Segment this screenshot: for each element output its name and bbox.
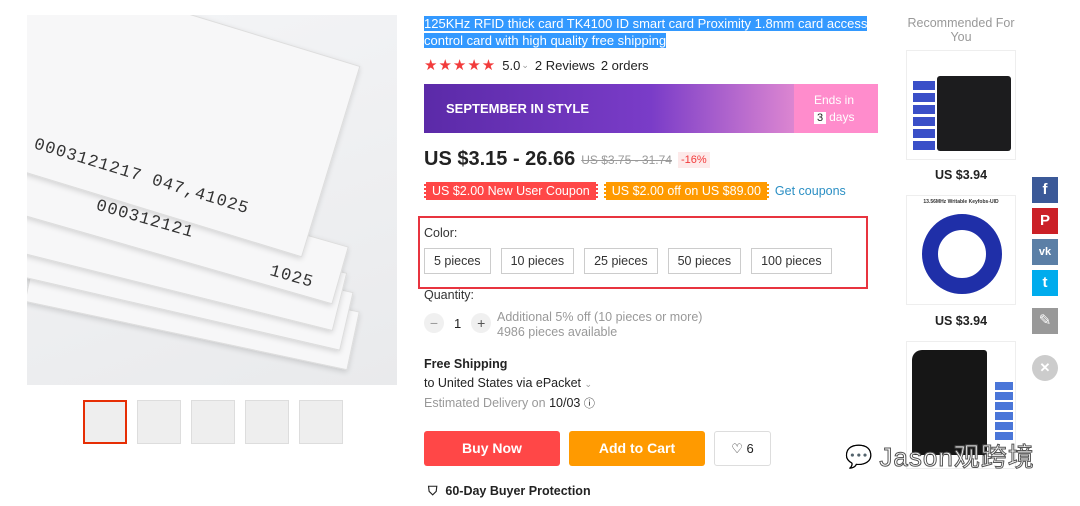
recommended-product[interactable]: 13.56MHz Writable Keyfobs-UID — [906, 195, 1016, 305]
thumbnail[interactable] — [83, 400, 127, 444]
stock-available: 4986 pieces available — [497, 325, 618, 339]
chevron-down-icon: ⌄ — [521, 59, 529, 70]
days-label: days — [829, 110, 855, 124]
discount-badge: -16% — [677, 151, 710, 168]
banner-title: SEPTEMBER IN STYLE — [446, 101, 590, 116]
ship-to-selector[interactable]: to United States via ePacket ⌄ — [424, 374, 595, 394]
rating-value[interactable]: 5.0 — [502, 58, 520, 73]
recommended-price: US $3.94 — [934, 314, 988, 328]
new-user-coupon[interactable]: US $2.00 New User Coupon — [424, 182, 598, 200]
buy-now-button[interactable]: Buy Now — [424, 431, 560, 466]
chevron-down-icon: ⌄ — [584, 379, 593, 389]
original-price: US $3.75 - 31.74 — [581, 152, 672, 167]
thumbnail[interactable] — [191, 400, 235, 444]
recommended-title: Recommended For You — [907, 16, 1015, 44]
thumbnail[interactable] — [245, 400, 289, 444]
current-price: US $3.15 - 26.66 — [424, 148, 576, 170]
wishlist-button[interactable]: ♡ 6 — [714, 431, 771, 466]
protection-text: 60-Day Buyer Protection — [445, 484, 591, 498]
option-50-pieces[interactable]: 50 pieces — [667, 248, 742, 274]
ship-to-text: to United States via ePacket — [424, 376, 582, 390]
ends-in-label: Ends in — [814, 93, 855, 107]
buyer-protection: ⛉ 60-Day Buyer Protection — [428, 484, 591, 499]
plus-icon[interactable]: + — [471, 313, 492, 333]
help-icon[interactable]: ⓘ — [584, 398, 595, 410]
star-rating-icon: ★★★★★ — [424, 57, 497, 74]
orders-count: 2 orders — [600, 57, 649, 73]
main-product-image[interactable]: 000312121 000312121 000312121 0003121211… — [27, 15, 397, 385]
pinterest-share-icon[interactable]: P — [1032, 208, 1058, 234]
coupons-row: US $2.00 New User Coupon US $2.00 off on… — [424, 182, 846, 200]
option-25-pieces[interactable]: 25 pieces — [584, 248, 658, 274]
reviews-link[interactable]: 2 Reviews — [535, 58, 595, 73]
wishlist-count: 6 — [746, 441, 754, 456]
product-image-label: 13.56MHz Writable Keyfobs-UID — [923, 199, 999, 205]
vk-share-icon[interactable]: vk — [1032, 239, 1058, 265]
add-to-cart-button[interactable]: Add to Cart — [569, 431, 705, 466]
quantity-label: Quantity: — [424, 288, 475, 302]
color-label: Color: — [424, 226, 458, 240]
rating-row: ★★★★★ 5.0 ⌄ 2 Reviews 2 orders — [424, 56, 649, 74]
quantity-stepper: − 1 + — [424, 313, 492, 333]
minus-icon[interactable]: − — [424, 313, 444, 333]
heart-icon: ♡ — [731, 441, 743, 456]
free-shipping-label: Free Shipping — [424, 357, 508, 371]
close-icon[interactable]: ✕ — [1032, 355, 1058, 381]
watermark: 💬 Jason观跨境 — [844, 442, 1035, 473]
store-coupon[interactable]: US $2.00 off on US $89.00 — [603, 182, 769, 200]
promo-banner[interactable]: SEPTEMBER IN STYLE Ends in 3 days — [424, 84, 878, 133]
quantity-info: Additional 5% off (10 pieces or more) 498… — [497, 310, 702, 340]
quantity-input[interactable]: 1 — [454, 316, 461, 331]
facebook-share-icon[interactable]: f — [1032, 177, 1058, 203]
wechat-icon: 💬 — [844, 444, 874, 470]
watermark-text: Jason观跨境 — [879, 442, 1035, 473]
delivery-date: 10/03 — [549, 396, 581, 410]
delivery-label: Estimated Delivery on — [424, 396, 546, 410]
days-number: 3 — [814, 112, 827, 124]
get-coupons-link[interactable]: Get coupons — [775, 184, 846, 198]
product-title: 125KHz RFID thick card TK4100 ID smart c… — [424, 15, 878, 49]
thumbnail[interactable] — [137, 400, 181, 444]
shipping-info: Free Shipping to United States via ePack… — [424, 355, 595, 414]
thumbnail-strip — [83, 400, 343, 444]
shield-icon: ⛉ — [428, 484, 438, 498]
quantity-discount-note: Additional 5% off (10 pieces or more) — [497, 310, 703, 324]
price-row: US $3.15 - 26.66 US $3.75 - 31.74 -16% — [424, 148, 710, 171]
edit-icon[interactable]: ✎ — [1032, 308, 1058, 334]
recommended-product[interactable] — [906, 50, 1016, 160]
action-buttons: Buy Now Add to Cart ♡ 6 — [424, 431, 771, 466]
option-100-pieces[interactable]: 100 pieces — [751, 248, 832, 274]
countdown: Ends in 3 days — [794, 84, 878, 133]
twitter-share-icon[interactable]: t — [1032, 270, 1058, 296]
color-options: 5 pieces 10 pieces 25 pieces 50 pieces 1… — [424, 248, 832, 274]
recommended-price: US $3.94 — [934, 168, 988, 182]
option-10-pieces[interactable]: 10 pieces — [500, 248, 575, 274]
option-5-pieces[interactable]: 5 pieces — [424, 248, 491, 274]
title-text: 125KHz RFID thick card TK4100 ID smart c… — [424, 16, 868, 48]
thumbnail[interactable] — [299, 400, 343, 444]
